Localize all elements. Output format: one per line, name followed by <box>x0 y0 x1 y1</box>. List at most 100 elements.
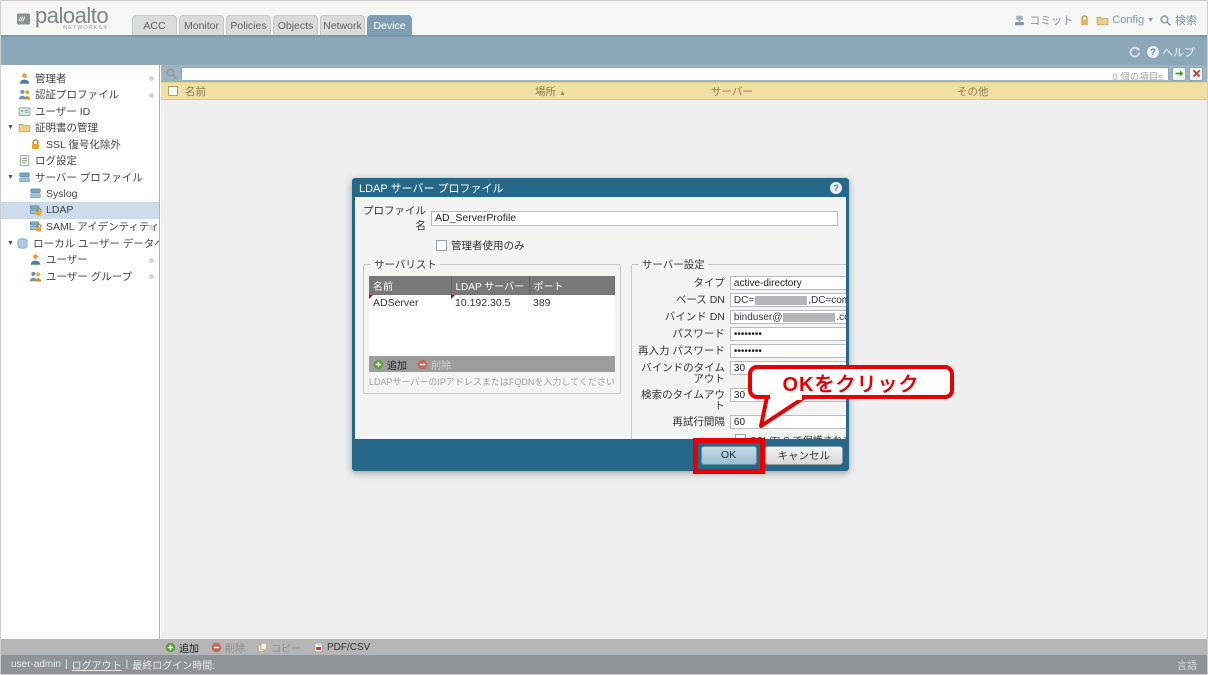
callout-text: OKをクリック <box>782 373 920 396</box>
admin-only-checkbox[interactable] <box>436 240 447 251</box>
more-indicator <box>149 257 154 263</box>
copy-button[interactable]: コピー <box>257 640 301 655</box>
language-link[interactable]: 言語 <box>1177 657 1197 672</box>
clear-filter-button[interactable] <box>1189 66 1203 81</box>
paloalto-logo: paloalto NETWORKS® <box>17 4 109 31</box>
sidebar-item-log-settings[interactable]: ログ設定 <box>1 153 159 170</box>
server-list-empty-area <box>369 311 615 356</box>
column-header-name[interactable]: 名前 <box>181 84 531 99</box>
sidebar-item-label: SAML アイデンティティ プロバイダ <box>46 221 159 234</box>
folder-icon <box>18 121 31 134</box>
config-menu[interactable]: Config ▼ <box>1096 14 1154 27</box>
help-label: ヘルプ <box>1162 47 1195 59</box>
sidebar-item-auth-profile[interactable]: 認証プロファイル <box>1 87 159 104</box>
bind-timeout-label: バインドのタイムアウト <box>641 362 725 385</box>
admin-user-icon <box>18 72 31 85</box>
server-list-hint: LDAPサーバーのIPアドレスまたはFQDNを入力してください <box>369 377 615 387</box>
sidebar-item-label: サーバー プロファイル <box>35 171 143 184</box>
search-label: 検索 <box>1175 15 1197 27</box>
sidebar-item-label: LDAP <box>46 204 74 217</box>
tab-acc[interactable]: ACC <box>132 15 177 35</box>
sidebar-item-ssl-decrypt-exclusion[interactable]: SSL 復号化除外 <box>1 136 159 153</box>
srv-col-port: ポート <box>529 276 615 295</box>
apply-filter-button[interactable] <box>1172 66 1186 81</box>
logout-link[interactable]: ログアウト <box>72 657 122 672</box>
callout-tail <box>759 395 807 428</box>
expand-icon[interactable]: ▼ <box>7 124 18 131</box>
dialog-help-icon[interactable]: ? <box>830 181 842 194</box>
column-header-server[interactable]: サーバー <box>707 84 953 99</box>
pdf-csv-button[interactable]: PDF/CSV <box>313 642 370 653</box>
bind-dn-input[interactable]: binduser@ .com <box>729 310 846 324</box>
help-icon: ? <box>1147 46 1159 58</box>
type-label: タイプ <box>693 277 725 289</box>
commit-label: コミット <box>1029 15 1074 27</box>
tab-device[interactable]: Device <box>367 15 412 35</box>
filter-input[interactable] <box>182 69 1168 80</box>
redacted-value <box>783 312 836 322</box>
lock-icon[interactable] <box>1078 14 1091 27</box>
sidebar-item-local-user-db[interactable]: ▼ ローカル ユーザー データベース <box>1 235 159 252</box>
delete-button[interactable]: 削除 <box>211 640 245 655</box>
server-settings-legend: サーバー設定 <box>641 259 705 271</box>
database-icon <box>16 237 29 250</box>
logged-in-user: user-admin <box>11 659 62 670</box>
help-link[interactable]: ? ヘルプ <box>1147 44 1195 60</box>
sidebar-item-server-profiles[interactable]: ▼ サーバー プロファイル <box>1 169 159 186</box>
base-dn-select[interactable]: DC= ,DC=com <box>729 293 846 307</box>
delete-server-button[interactable]: 削除 <box>417 357 451 372</box>
global-search[interactable]: 検索 <box>1159 12 1197 28</box>
paloalto-logo-icon <box>17 8 30 30</box>
bottom-toolbar: 追加 削除 コピー PDF/CSV <box>1 639 1207 655</box>
plus-icon <box>165 642 176 653</box>
sidebar-item-user-groups[interactable]: ユーザー グループ <box>1 268 159 285</box>
sidebar-item-administrators[interactable]: 管理者 <box>1 70 159 87</box>
cancel-button[interactable]: キャンセル <box>764 445 843 465</box>
separator: | <box>125 659 129 670</box>
sidebar-item-saml-idp[interactable]: SAML アイデンティティ プロバイダ <box>1 219 159 236</box>
add-button[interactable]: 追加 <box>165 640 199 655</box>
refresh-icon[interactable] <box>1128 46 1141 59</box>
people-icon <box>18 88 31 101</box>
ok-button[interactable]: OK <box>700 445 757 465</box>
profile-name-input[interactable] <box>431 210 838 226</box>
sidebar-item-syslog[interactable]: Syslog <box>1 186 159 203</box>
tab-objects[interactable]: Objects <box>273 15 318 35</box>
modified-marker <box>369 295 373 299</box>
top-header: paloalto NETWORKS® ACC Monitor Policies … <box>1 1 1207 35</box>
search-timeout-label: 検索のタイムアウト <box>641 389 725 412</box>
expand-icon[interactable]: ▼ <box>7 174 18 181</box>
base-dn-label: ベース DN <box>675 294 725 306</box>
sidebar-item-user-id[interactable]: ユーザー ID <box>1 103 159 120</box>
device-nav-sidebar: 管理者 認証プロファイル ユーザー ID ▼ 証明書の管理 SSL 復号化除外 … <box>1 65 160 639</box>
item-count: 0 個の項目s <box>1112 72 1163 83</box>
type-select[interactable] <box>729 276 846 290</box>
sidebar-item-label: SSL 復号化除外 <box>46 138 121 151</box>
sidebar-item-users[interactable]: ユーザー <box>1 252 159 269</box>
commit-link[interactable]: コミット <box>1013 12 1073 28</box>
tab-network[interactable]: Network <box>320 15 365 35</box>
sidebar-item-label: ユーザー ID <box>35 105 91 118</box>
sidebar-item-label: ローカル ユーザー データベース <box>33 237 159 250</box>
add-server-button[interactable]: 追加 <box>373 357 407 372</box>
apply-filter-icon <box>1174 68 1185 79</box>
pdf-icon <box>313 642 324 653</box>
column-header-other[interactable]: その他 <box>953 84 1207 99</box>
password-input[interactable] <box>729 327 846 341</box>
redacted-value <box>755 295 808 305</box>
select-all-checkbox[interactable] <box>168 86 178 96</box>
sidebar-item-ldap[interactable]: LDAP <box>1 202 159 219</box>
minus-icon <box>417 359 428 370</box>
tab-monitor[interactable]: Monitor <box>179 15 224 35</box>
sidebar-item-cert-management[interactable]: ▼ 証明書の管理 <box>1 120 159 137</box>
filter-field: 0 個の項目s <box>181 67 1169 83</box>
column-header-location[interactable]: 場所 ▲ <box>531 84 707 99</box>
server-lock-icon <box>29 204 42 217</box>
expand-icon[interactable]: ▼ <box>7 240 16 247</box>
server-row[interactable]: ADServer 10.192.30.5 389 <box>369 295 615 311</box>
tab-policies[interactable]: Policies <box>226 15 271 35</box>
server-icon <box>18 171 31 184</box>
confirm-password-input[interactable] <box>729 344 846 358</box>
more-indicator <box>149 92 154 98</box>
profile-name-label: プロファイル名 <box>363 205 426 232</box>
